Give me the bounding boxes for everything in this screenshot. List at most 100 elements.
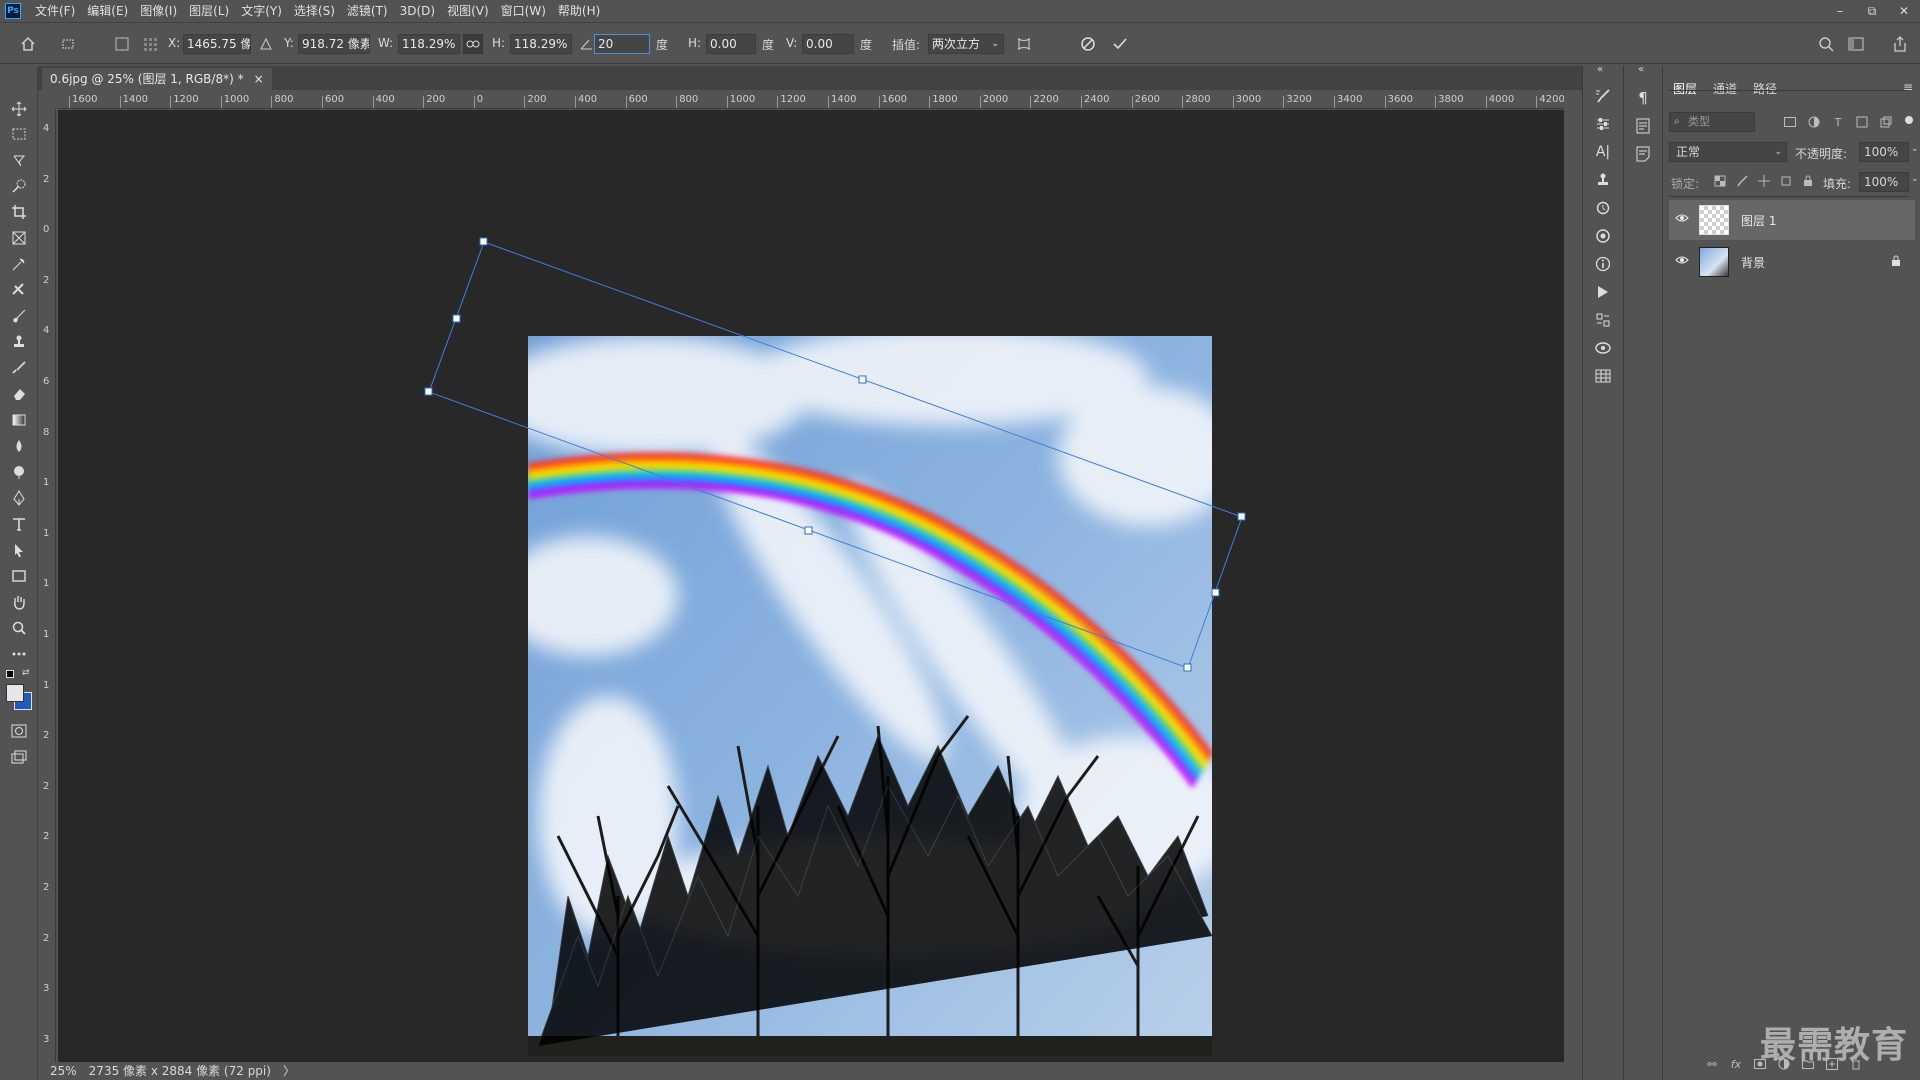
close-tab-icon[interactable]: ×: [254, 68, 264, 90]
menu-edit[interactable]: 编辑(E): [81, 0, 134, 22]
workspace-icon[interactable]: [1846, 34, 1866, 54]
clone-source-icon[interactable]: [1592, 170, 1614, 190]
menu-view[interactable]: 视图(V): [441, 0, 495, 22]
blend-mode-select[interactable]: 正常 ⌄: [1669, 142, 1787, 162]
delta-icon[interactable]: [256, 34, 276, 54]
history-icon[interactable]: [1592, 198, 1614, 218]
menu-help[interactable]: 帮助(H): [552, 0, 606, 22]
width-field[interactable]: 118.29%: [398, 34, 460, 54]
more-tools-icon[interactable]: [7, 643, 31, 665]
transform-handle-top[interactable]: [858, 375, 867, 384]
tab-layers[interactable]: 图层: [1673, 80, 1697, 97]
clone-stamp-tool-icon[interactable]: [7, 331, 31, 353]
minimize-button[interactable]: –: [1824, 0, 1856, 22]
canvas-area[interactable]: [58, 110, 1564, 1062]
zoom-tool-icon[interactable]: [7, 617, 31, 639]
collapse-icon[interactable]: «: [1597, 64, 1603, 75]
actions-icon[interactable]: [1592, 282, 1614, 302]
frame-tool-icon[interactable]: [7, 227, 31, 249]
move-tool-icon[interactable]: [7, 98, 31, 120]
menu-file[interactable]: 文件(F): [29, 0, 81, 22]
warp-mode-icon[interactable]: [1014, 34, 1034, 54]
paths-icon[interactable]: [1592, 338, 1614, 358]
pen-tool-icon[interactable]: [7, 487, 31, 509]
properties-icon[interactable]: [1592, 310, 1614, 330]
path-selection-tool-icon[interactable]: [7, 539, 31, 561]
lock-artboard-icon[interactable]: [1775, 171, 1797, 191]
swap-colors-icon[interactable]: ⇄: [22, 668, 30, 678]
x-position-field[interactable]: 1465.75 像: [183, 34, 251, 54]
filter-type-icon[interactable]: T: [1827, 112, 1849, 132]
notes-icon[interactable]: [1632, 144, 1654, 164]
quick-selection-tool-icon[interactable]: [7, 175, 31, 197]
home-icon[interactable]: [18, 34, 38, 54]
menu-select[interactable]: 选择(S): [288, 0, 341, 22]
dodge-tool-icon[interactable]: [7, 461, 31, 483]
crop-tool-icon[interactable]: [7, 201, 31, 223]
quick-mask-icon[interactable]: [7, 720, 31, 742]
hand-tool-icon[interactable]: [7, 591, 31, 613]
interpolation-select[interactable]: 两次立方 ⌄: [928, 34, 1004, 54]
filter-adjustment-icon[interactable]: [1803, 112, 1825, 132]
zoom-level[interactable]: 25%: [50, 1062, 77, 1080]
horizontal-ruler[interactable]: 1600 1400 1200 1000 800 600 400 200 0 200 400 600 80…: [58, 92, 1564, 109]
visibility-eye-icon[interactable]: [1675, 254, 1689, 268]
commit-transform-icon[interactable]: [1110, 34, 1130, 54]
restore-button[interactable]: ⧉: [1856, 0, 1888, 22]
character-icon[interactable]: A|: [1592, 142, 1614, 162]
collapse-icon-secondary[interactable]: «: [1638, 64, 1644, 75]
filter-smart-object-icon[interactable]: [1875, 112, 1897, 132]
link-icon[interactable]: [463, 34, 483, 54]
layer-1-name[interactable]: 图层 1: [1741, 212, 1776, 229]
table-icon[interactable]: [1592, 366, 1614, 386]
eyedropper-tool-icon[interactable]: [7, 253, 31, 275]
y-position-field[interactable]: 918.72 像素: [298, 34, 370, 54]
status-menu-arrow[interactable]: 〉: [283, 1062, 295, 1080]
vertical-skew-field[interactable]: 0.00: [802, 34, 854, 54]
layer-row-layer-1[interactable]: 图层 1: [1669, 200, 1915, 240]
link-layers-icon[interactable]: ⚯: [1701, 1054, 1723, 1074]
background-layer-name[interactable]: 背景: [1741, 254, 1765, 271]
transform-handle-bottom[interactable]: [804, 526, 813, 535]
info-icon[interactable]: [1592, 254, 1614, 274]
transform-handle-top-right[interactable]: [1237, 512, 1246, 521]
transform-handle-right[interactable]: [1211, 588, 1220, 597]
menu-window[interactable]: 窗口(W): [495, 0, 552, 22]
transform-handle-left[interactable]: [452, 314, 461, 323]
type-tool-icon[interactable]: [7, 513, 31, 535]
filter-pixel-icon[interactable]: [1779, 112, 1801, 132]
cancel-transform-icon[interactable]: [1078, 34, 1098, 54]
menu-layer[interactable]: 图层(L): [183, 0, 235, 22]
history-brush-tool-icon[interactable]: [7, 357, 31, 379]
transform-handle-bottom-right[interactable]: [1183, 663, 1192, 672]
opacity-field[interactable]: 100%: [1859, 142, 1909, 162]
brush-settings-icon[interactable]: [1592, 86, 1614, 106]
marquee-tool-icon[interactable]: [7, 123, 31, 145]
fill-field[interactable]: 100%: [1859, 172, 1909, 192]
spot-healing-tool-icon[interactable]: [7, 279, 31, 301]
close-window-button[interactable]: ✕: [1888, 0, 1920, 22]
fill-chevron-icon[interactable]: ⌄: [1911, 174, 1919, 184]
transform-handle-top-left[interactable]: [479, 237, 488, 246]
lock-all-icon[interactable]: [1797, 171, 1819, 191]
reference-point-grid-icon[interactable]: [140, 34, 160, 54]
vertical-ruler[interactable]: 4 2 0 2 4 6 8 1 1 1 1 1 2 2 2 2 2 3 3: [38, 109, 56, 1062]
menu-3d[interactable]: 3D(D): [394, 0, 441, 22]
lock-transparent-icon[interactable]: [1709, 171, 1731, 191]
foreground-color-swatch[interactable]: [6, 684, 24, 702]
layer-filter-select[interactable]: ⌕ 类型: [1669, 112, 1755, 132]
adjustments-icon[interactable]: [1592, 114, 1614, 134]
swatches-icon[interactable]: [1592, 226, 1614, 246]
lock-position-icon[interactable]: [1753, 171, 1775, 191]
height-field[interactable]: 118.29%: [510, 34, 572, 54]
layer-row-background[interactable]: 背景: [1669, 242, 1915, 282]
default-colors-icon[interactable]: [6, 670, 14, 678]
tab-channels[interactable]: 通道: [1713, 80, 1737, 97]
panel-menu-icon[interactable]: ≡: [1903, 80, 1913, 94]
rectangle-tool-icon[interactable]: [7, 565, 31, 587]
menu-image[interactable]: 图像(I): [134, 0, 183, 22]
filter-toggle-icon[interactable]: [1905, 116, 1913, 124]
menu-type[interactable]: 文字(Y): [235, 0, 288, 22]
search-icon[interactable]: [1816, 34, 1836, 54]
filter-shape-icon[interactable]: [1851, 112, 1873, 132]
